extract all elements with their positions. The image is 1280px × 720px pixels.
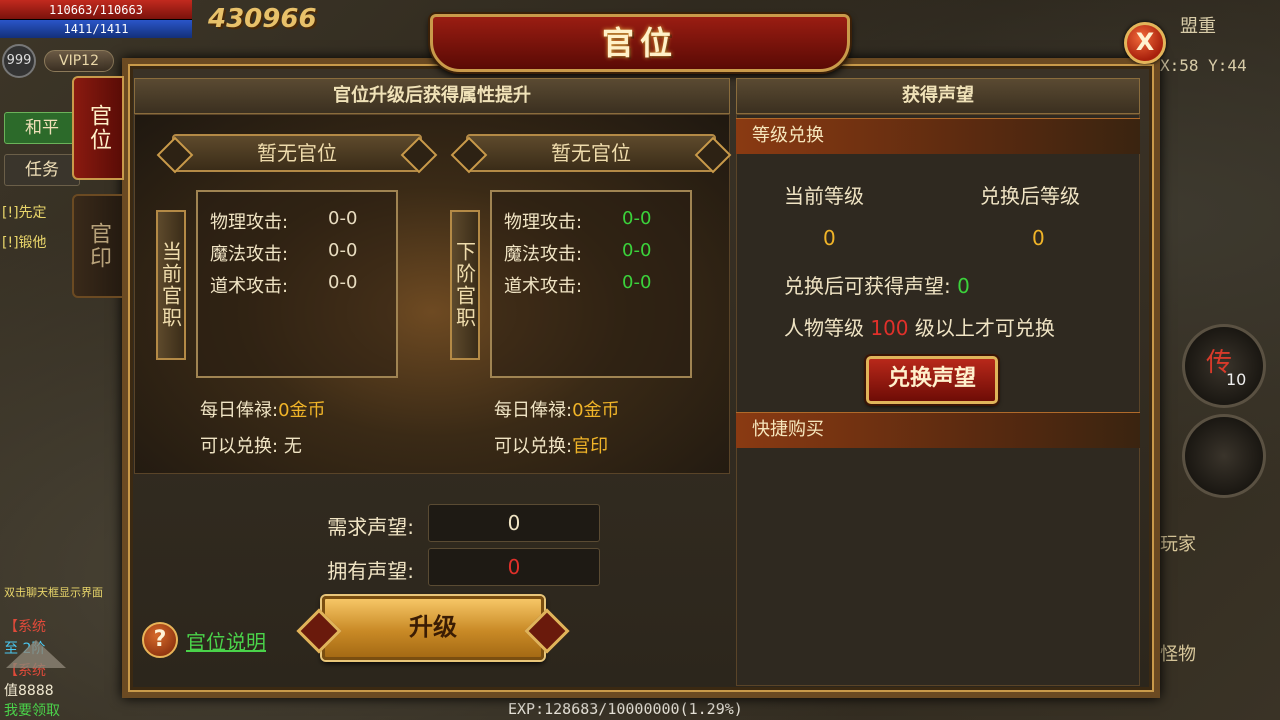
current-rank-side-label: 当前官职 <box>156 210 186 360</box>
stat-row: 道术攻击: 0-0 <box>210 272 396 304</box>
area-title: 盟重 <box>1180 16 1216 37</box>
exchange-reputation-button[interactable]: 兑换声望 <box>866 356 998 404</box>
quest-item[interactable]: [!]先定 <box>2 202 47 222</box>
chat-line: 值8888 <box>4 683 54 699</box>
after-level-label: 兑换后等级 <box>980 184 1080 208</box>
stat-row: 物理攻击: 0-0 <box>504 208 690 240</box>
quest-item[interactable]: [!]锻他 <box>2 232 47 252</box>
close-button[interactable]: X <box>1124 22 1166 64</box>
stat-label: 物理攻击: <box>210 212 289 233</box>
stat-label: 道术攻击: <box>504 276 583 297</box>
player-toggle-label[interactable]: 玩家 <box>1160 530 1196 556</box>
left-panel-header: 官位升级后获得属性提升 <box>134 78 730 114</box>
stat-label: 魔法攻击: <box>504 244 583 265</box>
task-tab-button[interactable]: 任务 <box>4 154 80 186</box>
req-prefix: 人物等级 <box>784 316 864 340</box>
tab-official-seal[interactable]: 官印 <box>72 194 124 298</box>
upgrade-button[interactable]: 升级 <box>322 596 544 660</box>
stat-value: 0-0 <box>622 240 652 261</box>
right-panel-header: 获得声望 <box>736 78 1140 114</box>
current-tier-name: 暂无官位 <box>172 134 422 172</box>
empty-skill-slot[interactable] <box>1182 414 1266 498</box>
current-salary: 每日俸禄:0金币 <box>200 396 326 422</box>
chat-expand-arrow-icon[interactable] <box>6 640 66 668</box>
req-suffix: 级以上才可兑换 <box>914 316 1055 340</box>
stat-value: 0-0 <box>328 240 358 261</box>
required-reputation-label: 需求声望: <box>327 515 414 539</box>
exchange-label: 可以兑换: <box>494 436 573 457</box>
next-stats-box: 物理攻击: 0-0 魔法攻击: 0-0 道术攻击: 0-0 <box>490 190 692 378</box>
after-level-value: 0 <box>1032 226 1045 250</box>
stat-value: 0-0 <box>328 272 358 293</box>
stat-value: 0-0 <box>622 208 652 229</box>
monster-toggle-label[interactable]: 怪物 <box>1160 640 1196 666</box>
current-stats-box: 物理攻击: 0-0 魔法攻击: 0-0 道术攻击: 0-0 <box>196 190 398 378</box>
current-level-value: 0 <box>823 226 836 250</box>
current-level-label: 当前等级 <box>784 184 864 208</box>
exchange-label: 可以兑换: <box>200 436 279 457</box>
combat-power: 430966 <box>208 4 317 34</box>
gain-value: 0 <box>957 274 970 298</box>
peace-mode-button[interactable]: 和平 <box>4 112 80 144</box>
next-rank-side-label: 下阶官职 <box>450 210 480 360</box>
level-exchange-section: 等级兑换 <box>736 118 1140 154</box>
exp-readout: EXP:128683/10000000(1.29%) <box>508 700 743 718</box>
dialog-title: 官位 <box>601 24 678 62</box>
teleport-skill-count: 10 <box>1226 370 1247 389</box>
chat-line: 我要领取 <box>4 703 60 719</box>
rank-info-link[interactable]: 官位说明 <box>186 626 266 655</box>
chat-hint: 双击聊天框显示界面 <box>4 586 103 599</box>
help-question-icon[interactable]: ? <box>142 622 178 658</box>
coordinates-readout: X:58 Y:44 <box>1160 56 1247 75</box>
salary-value: 0金币 <box>572 400 620 421</box>
salary-label: 每日俸禄: <box>200 400 279 421</box>
stat-row: 魔法攻击: 0-0 <box>504 240 690 272</box>
vip-badge[interactable]: VIP12 <box>44 50 114 72</box>
owned-reputation-label: 拥有声望: <box>327 559 414 583</box>
next-tier-name: 暂无官位 <box>466 134 716 172</box>
player-level-badge: 999 <box>2 44 36 78</box>
stat-row: 道术攻击: 0-0 <box>504 272 690 304</box>
stat-row: 物理攻击: 0-0 <box>210 208 396 240</box>
stat-value: 0-0 <box>328 208 358 229</box>
req-level: 100 <box>870 316 909 340</box>
stat-label: 道术攻击: <box>210 276 289 297</box>
exchange-value: 官印 <box>572 436 609 457</box>
reputation-gain: 兑换后可获得声望: 0 <box>784 270 970 299</box>
current-exchange: 可以兑换: 无 <box>200 432 302 458</box>
exchange-value: 无 <box>283 436 302 457</box>
salary-label: 每日俸禄: <box>494 400 573 421</box>
chat-line: 【系统 <box>4 619 46 635</box>
next-exchange: 可以兑换:官印 <box>494 432 608 458</box>
salary-value: 0金币 <box>278 400 326 421</box>
mp-bar: 1411/1411 <box>0 20 192 38</box>
hp-bar: 110663/110663 <box>0 0 192 20</box>
gain-label: 兑换后可获得声望: <box>784 274 951 298</box>
level-requirement: 人物等级 100 级以上才可兑换 <box>784 312 1055 341</box>
stat-label: 物理攻击: <box>504 212 583 233</box>
stat-value: 0-0 <box>622 272 652 293</box>
next-salary: 每日俸禄:0金币 <box>494 396 620 422</box>
quick-buy-section: 快捷购买 <box>736 412 1140 448</box>
stat-label: 魔法攻击: <box>210 244 289 265</box>
stat-row: 魔法攻击: 0-0 <box>210 240 396 272</box>
tab-official-rank[interactable]: 官位 <box>72 76 124 180</box>
required-reputation-value: 0 <box>428 504 600 542</box>
owned-reputation-value: 0 <box>428 548 600 586</box>
